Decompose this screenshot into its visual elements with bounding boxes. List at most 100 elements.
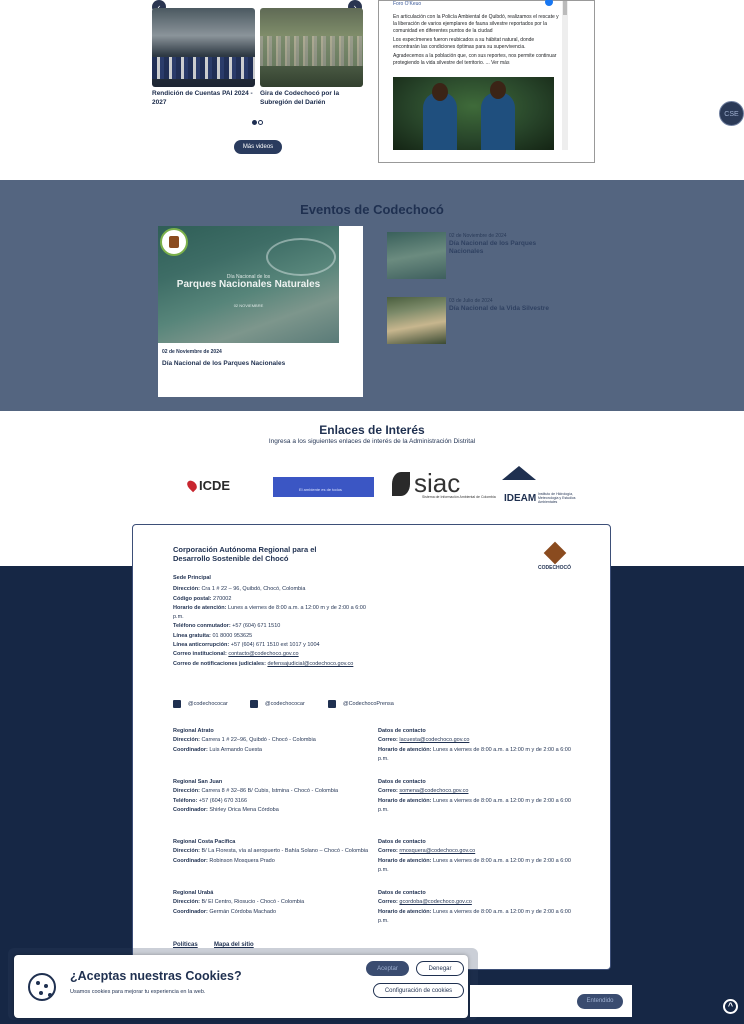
info-label: Dirección: — [173, 899, 200, 906]
info-label: Correo: — [378, 899, 398, 906]
info-label: Dirección: — [173, 737, 200, 744]
cookie-settings-button[interactable]: Configuración de cookies — [373, 983, 464, 998]
regional-contact: Datos de contacto Correo: gcordoba@codec… — [378, 889, 578, 926]
regional-info: Regional Costa Pacífica Dirección: B/ La… — [173, 838, 373, 866]
deny-cookies-button[interactable]: Denegar — [416, 961, 464, 976]
facebook-icon — [545, 0, 553, 6]
email-link[interactable]: somena@codechoco.gov.co — [399, 788, 468, 794]
side-floating-button[interactable]: CSE — [719, 101, 744, 126]
info-value: Robinson Mosquera Prado — [209, 857, 275, 864]
more-videos-button[interactable]: Más videos — [234, 140, 282, 154]
event-thumbnail[interactable] — [387, 297, 446, 344]
links-subtitle: Ingresa a los siguientes enlaces de inte… — [268, 438, 476, 445]
main-office-info: Sede Principal Dirección: Cra 1 # 22 – 9… — [173, 574, 373, 669]
map-pin-icon — [185, 478, 199, 493]
event-date: 02 de Noviembre de 2024 — [449, 233, 507, 239]
understood-button[interactable]: Entendido — [577, 994, 623, 1009]
codechoco-logo[interactable]: CODECHOCÓ — [538, 541, 572, 575]
event-list-item[interactable]: 03 de Julio de 2024 Día Nacional de la V… — [387, 297, 587, 345]
accept-cookies-button[interactable]: Aceptar — [366, 961, 409, 976]
free-line-value: 01 8000 953625 — [212, 632, 253, 639]
email-link[interactable]: gcordoba@codechoco.gov.co — [399, 899, 471, 905]
carousel-dot[interactable] — [258, 120, 263, 125]
regional-info: Regional San Juan Dirección: Carrera 8 #… — [173, 778, 373, 815]
event-name[interactable]: Día Nacional de la Vida Silvestre — [449, 305, 559, 313]
regional-name: Regional Urabá — [173, 890, 214, 896]
siac-logo[interactable]: siac Sistema de Información Ambiental de … — [392, 468, 496, 499]
icde-logo[interactable]: ICDE — [185, 478, 231, 493]
info-label: Dirección: — [173, 788, 200, 795]
info-value: +57 (604) 670 3166 — [198, 797, 248, 804]
regional-name: Regional Costa Pacífica — [173, 839, 236, 845]
social-facebook[interactable]: @codechococar — [173, 700, 228, 708]
event-name[interactable]: Día Nacional de los Parques Nacionales — [162, 360, 285, 367]
facebook-post-text: En articulación con la Policía Ambiental… — [393, 14, 561, 69]
social-handle[interactable]: @CodechocoPrensa — [343, 701, 394, 707]
contact-heading: Datos de contacto — [378, 728, 426, 734]
info-label: Dirección: — [173, 848, 200, 855]
leaf-icon — [392, 471, 410, 496]
facebook-post-photo[interactable] — [393, 77, 554, 150]
social-handle[interactable]: @codechococar — [265, 701, 305, 707]
postal-code-value: 270002 — [213, 595, 232, 602]
instagram-icon — [250, 700, 258, 708]
social-instagram[interactable]: @codechococar — [250, 700, 305, 708]
info-value: B/ El Centro, Riosucio - Chocó - Colombi… — [201, 899, 305, 906]
phone-value: +57 (604) 671 1510 — [232, 623, 281, 630]
videos-section: ‹ › Rendición de Cuentas PAI 2024 - 2027… — [0, 0, 744, 180]
regional-contact: Datos de contacto Correo: rmosquera@code… — [378, 838, 578, 875]
logo-text: CODECHOCÓ — [538, 565, 572, 571]
featured-event-image[interactable]: Día Nacional de los Parques Nacionales N… — [158, 226, 339, 343]
partner-logos: ICDE El ambiente es de todos siac Sistema… — [0, 466, 744, 506]
featured-event-card[interactable]: Día Nacional de los Parques Nacionales N… — [158, 226, 363, 397]
events-section: Eventos de Codechocó Día Nacional de los… — [0, 180, 744, 411]
event-thumbnail[interactable] — [387, 232, 446, 279]
logo-text: ICDE — [199, 478, 231, 493]
email-link[interactable]: lacuesta@codechoco.gov.co — [399, 737, 469, 743]
event-name[interactable]: Día Nacional de los Parques Nacionales — [449, 240, 559, 256]
video-title[interactable]: Gira de Codechocó por la Subregión del D… — [260, 89, 363, 107]
social-handle[interactable]: @codechococar — [188, 701, 228, 707]
events-title: Eventos de Codechocó — [300, 202, 444, 217]
scrollbar[interactable] — [562, 1, 568, 150]
notifications-email-link[interactable]: defensajudicial@codechoco.gov.co — [267, 661, 353, 667]
logo-caption: Sistema de Información Ambiental de Colo… — [422, 495, 496, 499]
cookie-subtitle: Usamos cookies para mejorar tu experienc… — [70, 989, 206, 995]
info-label: Correo de notificaciones judiciales: — [173, 660, 266, 667]
info-value: Carrera 8 # 32–86 B/ Cubis, Istmina - Ch… — [201, 788, 339, 795]
social-x[interactable]: @CodechocoPrensa — [328, 700, 394, 708]
chevron-up-icon[interactable]: ^ — [723, 999, 738, 1014]
carousel-dot-active[interactable] — [252, 120, 257, 125]
info-value: Germán Córdoba Machado — [209, 908, 277, 915]
info-label: Línea anticorrupción: — [173, 642, 230, 649]
video-card[interactable]: Rendición de Cuentas PAI 2024 - 2027 — [152, 8, 255, 107]
institutional-email-link[interactable]: contacto@codechoco.gov.co — [228, 651, 298, 657]
facebook-page-name[interactable]: Foro O'Keuo — [393, 1, 421, 7]
regional-info: Regional Atrato Dirección: Carrera 1 # 2… — [173, 727, 373, 755]
post-paragraph: Agradecemos a la población que, con sus … — [393, 53, 557, 66]
facebook-embed: Foro O'Keuo En articulación con la Polic… — [378, 0, 595, 163]
info-label: Horario de atención: — [378, 857, 432, 864]
video-thumbnail[interactable] — [152, 8, 255, 87]
info-label: Correo: — [378, 788, 398, 795]
video-title[interactable]: Rendición de Cuentas PAI 2024 - 2027 — [152, 89, 255, 107]
info-label: Correo institucional: — [173, 651, 227, 658]
info-label: Dirección: — [173, 586, 200, 593]
ambiente-logo[interactable]: El ambiente es de todos — [273, 477, 374, 497]
info-label: Código postal: — [173, 595, 212, 602]
info-label: Horario de atención: — [378, 908, 432, 915]
video-thumbnail[interactable] — [260, 8, 363, 87]
regional-contact: Datos de contacto Correo: lacuesta@codec… — [378, 727, 578, 764]
info-label: Horario de atención: — [378, 746, 432, 753]
x-twitter-icon — [328, 700, 336, 708]
footer-card: Corporación Autónoma Regional para el De… — [132, 524, 611, 970]
regional-name: Regional Atrato — [173, 728, 214, 734]
event-list-item[interactable]: 02 de Noviembre de 2024 Día Nacional de … — [387, 232, 587, 280]
info-value: Luis Armando Cuesta — [209, 746, 262, 753]
image-title: Parques Nacionales Naturales — [176, 279, 321, 290]
info-label: Coordinador: — [173, 746, 208, 753]
video-card[interactable]: Gira de Codechocó por la Subregión del D… — [260, 8, 363, 107]
info-label: Teléfono: — [173, 797, 198, 804]
email-link[interactable]: rmosquera@codechoco.gov.co — [399, 848, 475, 854]
regional-contact: Datos de contacto Correo: somena@codecho… — [378, 778, 578, 815]
